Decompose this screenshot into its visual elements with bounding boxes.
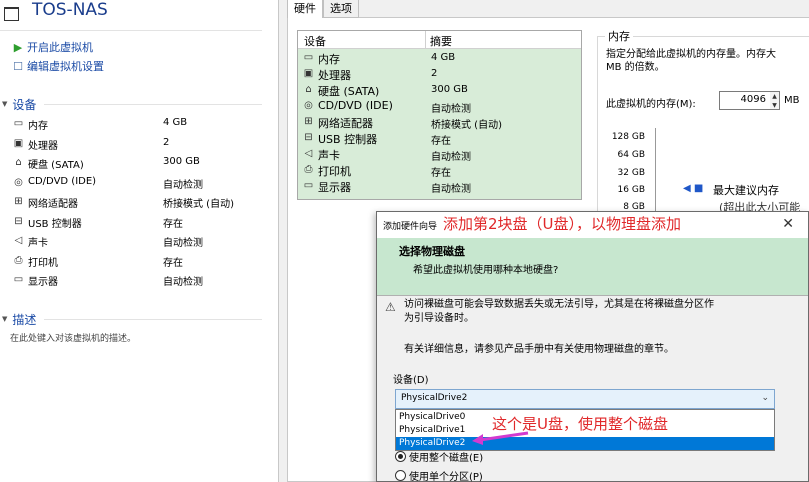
hard-disk-icon: ⌂ bbox=[305, 84, 312, 95]
usb-icon: ⊟ bbox=[14, 216, 23, 227]
recommended-marker-icon: ◀ ■ bbox=[683, 183, 704, 194]
tab-options[interactable]: 选项 bbox=[323, 0, 359, 18]
selected-drive-value: PhysicalDrive2 bbox=[401, 393, 468, 403]
memory-size-input[interactable]: 4096 bbox=[719, 91, 771, 110]
device-list-header: 设备 摘要 bbox=[298, 31, 581, 49]
radio-checked-icon bbox=[395, 450, 406, 462]
hardware-row-network[interactable]: ⊞ 网络适配器 桥接模式 (自动) bbox=[298, 114, 581, 131]
summary-device-row-network[interactable]: ⊞ 网络适配器 桥接模式 (自动) bbox=[12, 193, 262, 211]
wizard-title: 添加硬件向导 bbox=[383, 222, 438, 232]
close-icon[interactable]: ✕ bbox=[782, 216, 794, 232]
hardware-row-hard-disk[interactable]: ⌂ 硬盘 (SATA) 300 GB bbox=[298, 82, 581, 98]
summary-device-row-cd-dvd[interactable]: ◎ CD/DVD (IDE) 自动检测 bbox=[12, 174, 262, 192]
add-hardware-wizard: 添加硬件向导 ✕ 选择物理磁盘 希望此虚拟机使用哪种本地硬盘? ⚠ 访问裸磁盘可… bbox=[376, 211, 809, 482]
printer-icon: ⎙ bbox=[304, 164, 313, 175]
cpu-icon: ▣ bbox=[303, 68, 314, 79]
memory-scale-tick: 32 GB bbox=[617, 168, 645, 178]
recommended-memory-label: 最大建议内存 bbox=[713, 184, 779, 197]
vm-summary-pane: TOS-NAS ▶ 开启此虚拟机 ☐ 编辑虚拟机设置 ▼ 设备 ▭ 内存 4 G… bbox=[0, 0, 270, 482]
display-icon: ▭ bbox=[303, 180, 314, 191]
summary-device-row-display[interactable]: ▭ 显示器 自动检测 bbox=[12, 271, 262, 289]
summary-device-row-hard-disk[interactable]: ⌂ 硬盘 (SATA) 300 GB bbox=[12, 154, 262, 172]
memory-icon: ▭ bbox=[13, 118, 24, 129]
use-single-partition-label: 使用单个分区(P) bbox=[409, 471, 483, 482]
wizard-subheading: 希望此虚拟机使用哪种本地硬盘? bbox=[413, 265, 559, 276]
edit-settings-label: 编辑虚拟机设置 bbox=[27, 60, 104, 73]
network-icon: ⊞ bbox=[304, 116, 313, 127]
memory-scale-tick: 16 GB bbox=[617, 185, 645, 195]
vm-title-row: TOS-NAS bbox=[0, 0, 270, 26]
hardware-device-list[interactable]: 设备 摘要 ▭ 内存 4 GB ▣ 处理器 2 ⌂ 硬盘 (SATA) 300 … bbox=[297, 30, 582, 200]
hardware-row-sound[interactable]: ◁ 声卡 自动检测 bbox=[298, 146, 581, 163]
network-icon: ⊞ bbox=[14, 196, 23, 207]
summary-device-row-printer[interactable]: ⎙ 打印机 存在 bbox=[12, 252, 262, 270]
hardware-row-cpu[interactable]: ▣ 处理器 2 bbox=[298, 66, 581, 82]
hardware-row-display[interactable]: ▭ 显示器 自动检测 bbox=[298, 178, 581, 195]
hard-disk-icon: ⌂ bbox=[15, 157, 22, 168]
usb-icon: ⊟ bbox=[304, 132, 313, 143]
cpu-icon: ▣ bbox=[13, 138, 24, 149]
memory-scale-tick: 64 GB bbox=[617, 150, 645, 160]
radio-unchecked-icon bbox=[395, 469, 406, 481]
memory-description: 指定分配给此虚拟机的内存量。内存大 MB 的倍数。 bbox=[606, 49, 776, 73]
warning-icon: ⚠ bbox=[385, 300, 396, 314]
summary-device-row-cpu[interactable]: ▣ 处理器 2 bbox=[12, 135, 262, 153]
description-heading: 描述 bbox=[12, 312, 37, 327]
cd-dvd-icon: ◎ bbox=[14, 177, 23, 188]
use-whole-disk-label: 使用整个磁盘(E) bbox=[409, 452, 484, 464]
hardware-row-memory[interactable]: ▭ 内存 4 GB bbox=[298, 50, 581, 66]
vm-title: TOS-NAS bbox=[32, 0, 108, 20]
collapse-caret-icon: ▼ bbox=[2, 315, 8, 323]
memory-spinner[interactable]: ▲ ▼ bbox=[770, 91, 780, 110]
warning-text: 访问裸磁盘可能会导致数据丢失或无法引导，尤其是在将裸磁盘分区作 为引导设备时。 bbox=[404, 299, 714, 324]
memory-group-title: 内存 bbox=[605, 28, 633, 44]
description-placeholder[interactable]: 在此处键入对该虚拟机的描述。 bbox=[10, 331, 136, 344]
power-on-label: 开启此虚拟机 bbox=[27, 41, 93, 54]
use-single-partition-radio[interactable]: 使用单个分区(P) bbox=[395, 467, 483, 482]
tab-hardware[interactable]: 硬件 bbox=[287, 0, 323, 18]
vm-window-icon bbox=[4, 7, 19, 21]
memory-icon: ▭ bbox=[303, 52, 314, 63]
display-icon: ▭ bbox=[13, 274, 24, 285]
divider bbox=[0, 30, 262, 31]
summary-device-row-sound[interactable]: ◁ 声卡 自动检测 bbox=[12, 232, 262, 250]
memory-unit: MB bbox=[784, 95, 800, 106]
info-text: 有关详细信息，请参见产品手册中有关使用物理磁盘的章节。 bbox=[404, 344, 674, 355]
wizard-heading: 选择物理磁盘 bbox=[399, 245, 465, 258]
hardware-row-cd-dvd[interactable]: ◎ CD/DVD (IDE) 自动检测 bbox=[298, 98, 581, 115]
sound-icon: ◁ bbox=[14, 235, 23, 246]
cd-dvd-icon: ◎ bbox=[304, 100, 313, 111]
memory-scale-tick: 128 GB bbox=[611, 132, 645, 142]
annotation-add-usb-disk: 添加第2块盘（U盘），以物理盘添加 bbox=[443, 215, 682, 233]
sound-icon: ◁ bbox=[304, 148, 313, 159]
memory-size-label: 此虚拟机的内存(M): bbox=[606, 99, 696, 110]
power-on-link[interactable]: ▶ 开启此虚拟机 bbox=[12, 39, 93, 55]
devices-section-header[interactable]: ▼ 设备 bbox=[2, 96, 262, 112]
hardware-row-usb[interactable]: ⊟ USB 控制器 存在 bbox=[298, 130, 581, 147]
hardware-row-printer[interactable]: ⎙ 打印机 存在 bbox=[298, 162, 581, 179]
collapse-caret-icon: ▼ bbox=[2, 100, 8, 108]
summary-device-row-memory[interactable]: ▭ 内存 4 GB bbox=[12, 115, 262, 133]
chevron-down-icon: ⌄ bbox=[761, 393, 769, 403]
annotation-arrow-icon bbox=[472, 431, 529, 445]
summary-device-row-usb[interactable]: ⊟ USB 控制器 存在 bbox=[12, 213, 262, 231]
column-device[interactable]: 设备 bbox=[304, 33, 326, 49]
settings-tabs: 硬件 选项 bbox=[287, 0, 359, 18]
physical-drive-select[interactable]: PhysicalDrive2 ⌄ bbox=[395, 389, 775, 409]
column-summary[interactable]: 摘要 bbox=[430, 33, 452, 49]
edit-settings-icon: ☐ bbox=[13, 59, 23, 73]
description-section-header[interactable]: ▼ 描述 bbox=[2, 311, 262, 327]
edit-settings-link[interactable]: ☐ 编辑虚拟机设置 bbox=[12, 58, 104, 74]
devices-heading: 设备 bbox=[12, 97, 37, 112]
printer-icon: ⎙ bbox=[14, 255, 23, 266]
play-icon: ▶ bbox=[13, 40, 23, 54]
use-whole-disk-radio[interactable]: 使用整个磁盘(E) bbox=[395, 448, 483, 464]
device-field-label: 设备(D) bbox=[393, 375, 429, 386]
